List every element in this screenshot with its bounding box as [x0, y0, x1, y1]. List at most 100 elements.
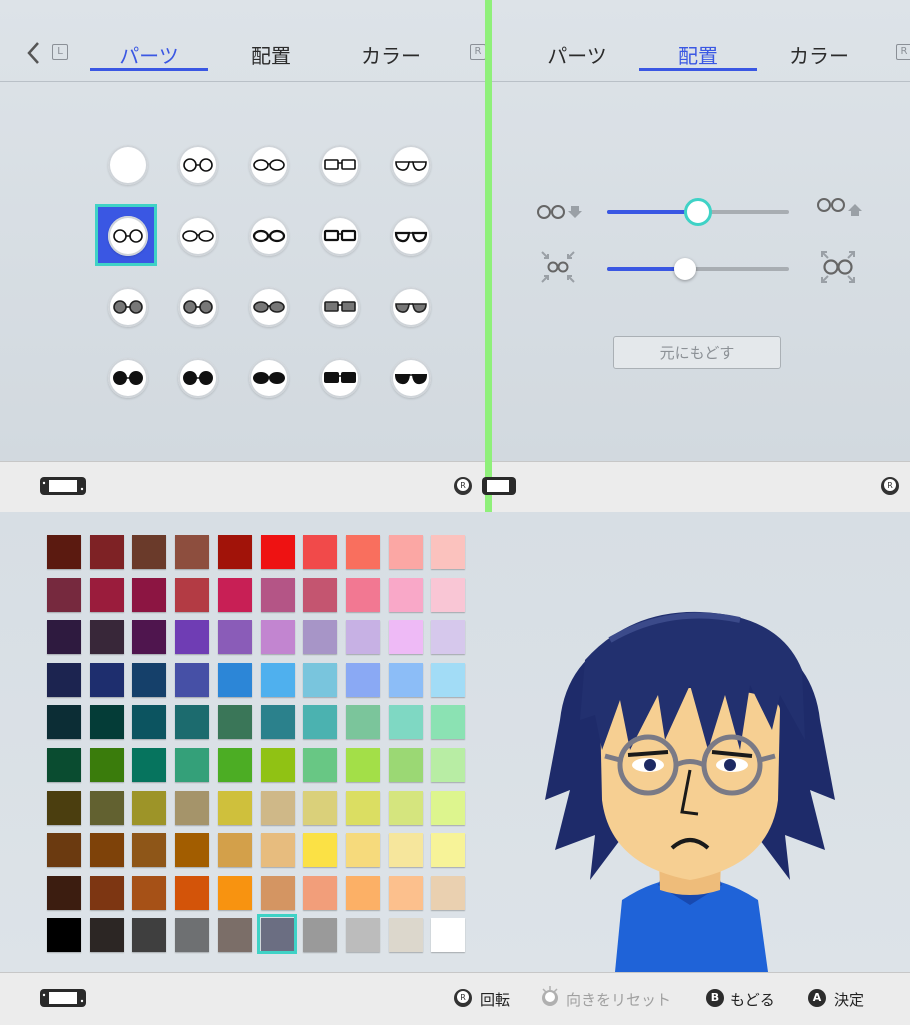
color-swatch[interactable] [47, 748, 81, 782]
color-swatch[interactable] [431, 875, 466, 910]
color-swatch[interactable] [47, 535, 81, 569]
color-swatch[interactable] [132, 748, 167, 782]
glasses-option-rect-dark[interactable] [320, 358, 360, 398]
color-swatch[interactable] [47, 620, 81, 655]
color-swatch[interactable] [217, 662, 252, 697]
color-swatch[interactable] [89, 748, 124, 782]
color-swatch[interactable] [260, 662, 295, 697]
glasses-option-rect-thin[interactable] [320, 145, 360, 185]
color-swatch[interactable] [175, 535, 210, 569]
color-swatch[interactable] [132, 535, 167, 569]
color-swatch[interactable] [345, 918, 380, 953]
color-swatch[interactable] [388, 748, 423, 782]
color-swatch[interactable] [132, 620, 167, 655]
color-swatch[interactable] [303, 577, 338, 612]
tab-parts[interactable]: パーツ [90, 40, 208, 69]
glasses-option-round-small[interactable] [178, 216, 218, 256]
color-swatch[interactable] [132, 875, 167, 910]
color-swatch[interactable] [345, 705, 380, 740]
back-button[interactable]: もどる [730, 989, 775, 1010]
tab-placement[interactable]: 配置 [212, 40, 330, 69]
glasses-option-half-rim-bold[interactable] [391, 216, 431, 256]
color-swatch[interactable] [303, 662, 338, 697]
color-swatch[interactable] [89, 705, 124, 740]
glasses-option-rect-bold[interactable] [320, 216, 360, 256]
glasses-option-oval-bold[interactable] [249, 216, 289, 256]
color-swatch[interactable] [388, 875, 423, 910]
color-swatch[interactable] [89, 535, 124, 569]
color-swatch[interactable] [345, 833, 380, 868]
color-swatch[interactable] [175, 662, 210, 697]
color-swatch[interactable] [175, 918, 210, 953]
position-slider-knob[interactable] [684, 198, 712, 226]
color-swatch[interactable] [431, 662, 466, 697]
color-swatch[interactable] [260, 748, 295, 782]
color-swatch[interactable] [345, 577, 380, 612]
color-swatch[interactable] [47, 790, 81, 825]
color-swatch[interactable] [388, 790, 423, 825]
color-swatch[interactable] [47, 705, 81, 740]
color-swatch[interactable] [345, 875, 380, 910]
color-swatch[interactable] [217, 535, 252, 569]
color-swatch[interactable] [47, 833, 81, 868]
color-swatch[interactable] [175, 705, 210, 740]
confirm-button[interactable]: 決定 [834, 989, 864, 1010]
color-swatch[interactable] [47, 577, 81, 612]
color-swatch[interactable] [132, 577, 167, 612]
tab-color[interactable]: カラー [332, 40, 450, 69]
color-swatch[interactable] [47, 875, 81, 910]
color-swatch[interactable] [217, 918, 252, 953]
color-swatch[interactable] [89, 875, 124, 910]
glasses-option-round-thin[interactable] [178, 145, 218, 185]
color-swatch[interactable] [175, 790, 210, 825]
color-swatch[interactable] [431, 918, 466, 953]
color-swatch[interactable] [132, 918, 167, 953]
glasses-option-round-selected[interactable] [108, 216, 148, 256]
color-swatch[interactable] [260, 577, 295, 612]
glasses-option-half-rim-tint[interactable] [391, 287, 431, 327]
color-swatch[interactable] [431, 705, 466, 740]
color-swatch[interactable] [217, 875, 252, 910]
color-swatch[interactable] [431, 577, 466, 612]
color-swatch[interactable] [388, 662, 423, 697]
color-swatch[interactable] [431, 790, 466, 825]
tab-color[interactable]: カラー [760, 40, 878, 69]
glasses-option-oval-thin[interactable] [249, 145, 289, 185]
color-swatch[interactable] [175, 875, 210, 910]
color-swatch[interactable] [388, 833, 423, 868]
glasses-option-oval-tint[interactable] [249, 287, 289, 327]
tab-parts[interactable]: パーツ [518, 40, 636, 69]
color-swatch[interactable] [260, 705, 295, 740]
color-swatch[interactable] [175, 577, 210, 612]
color-swatch[interactable] [260, 790, 295, 825]
color-swatch[interactable] [303, 748, 338, 782]
glasses-option-round-dark[interactable] [108, 358, 148, 398]
color-swatch[interactable] [175, 748, 210, 782]
color-swatch[interactable] [217, 833, 252, 868]
color-swatch[interactable] [132, 705, 167, 740]
color-swatch[interactable] [345, 790, 380, 825]
color-swatch[interactable] [431, 535, 466, 569]
color-swatch[interactable] [345, 535, 380, 569]
color-swatch[interactable] [217, 577, 252, 612]
color-swatch[interactable] [217, 620, 252, 655]
color-swatch[interactable] [388, 918, 423, 953]
color-swatch[interactable] [388, 620, 423, 655]
color-swatch[interactable] [303, 875, 338, 910]
color-swatch[interactable] [175, 620, 210, 655]
color-swatch[interactable] [175, 833, 210, 868]
glasses-option-half-rim-dark[interactable] [391, 358, 431, 398]
color-swatch[interactable] [388, 577, 423, 612]
chevron-left-icon[interactable] [26, 41, 42, 65]
color-swatch[interactable] [431, 620, 466, 655]
glasses-option-wrap-dark[interactable] [178, 358, 218, 398]
color-swatch[interactable] [260, 535, 295, 569]
color-swatch[interactable] [303, 790, 338, 825]
glasses-option-half-rim[interactable] [391, 145, 431, 185]
color-swatch[interactable] [345, 620, 380, 655]
color-swatch[interactable] [89, 790, 124, 825]
color-swatch[interactable] [260, 875, 295, 910]
color-swatch[interactable] [260, 833, 295, 868]
color-swatch[interactable] [431, 748, 466, 782]
color-swatch[interactable] [217, 705, 252, 740]
